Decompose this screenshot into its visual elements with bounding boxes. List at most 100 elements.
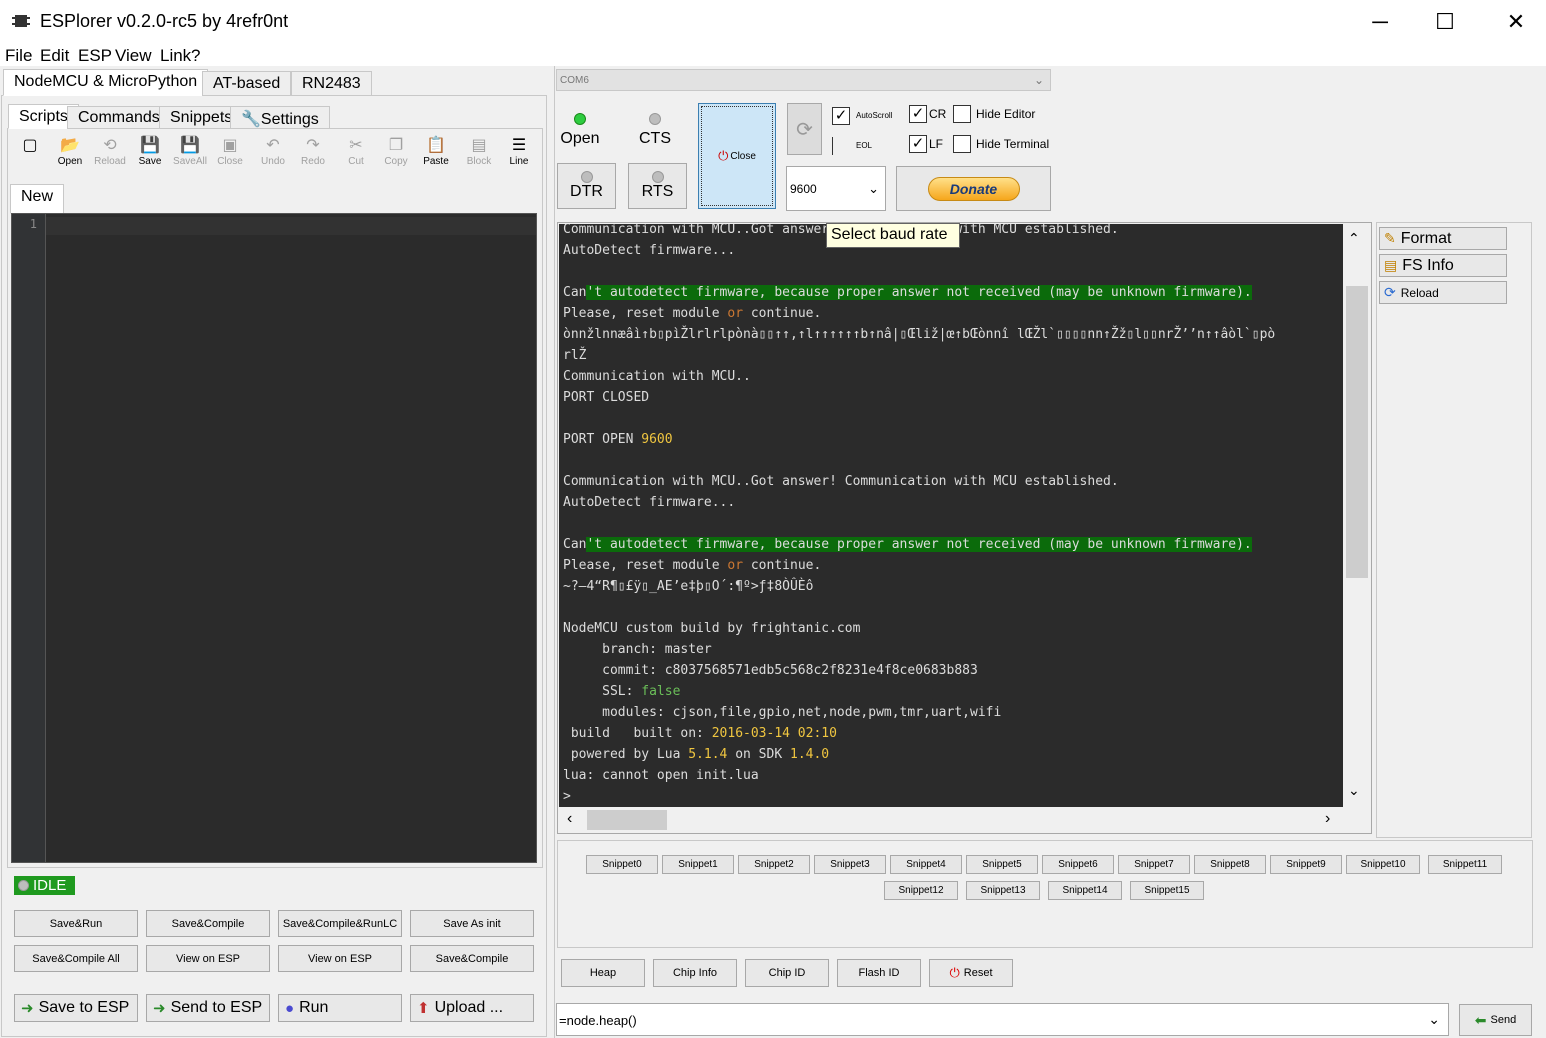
snippet-1-button[interactable]: Snippet1 <box>662 855 734 874</box>
terminal-line: AutoDetect firmware... <box>563 243 736 258</box>
fs-info-button[interactable]: ▤ FS Info <box>1379 254 1507 277</box>
toolbar-reload[interactable]: ⟲ Reload <box>90 136 130 172</box>
terminal-line: ònnžlnnæâì↑b▯pìŽlrlrlpònà▯▯↑↑,↑l↑↑↑↑↑↑b↑… <box>563 327 1276 342</box>
toolbar-redo[interactable]: ↷ Redo <box>293 136 333 172</box>
toolbar-new[interactable]: ▢ <box>10 136 50 172</box>
cts-indicator: CTS <box>635 112 675 157</box>
view-on-esp-button-2[interactable]: View on ESP <box>278 945 402 972</box>
chip-id-button[interactable]: Chip ID <box>745 959 829 987</box>
view-on-esp-button[interactable]: View on ESP <box>146 945 270 972</box>
cr-checkbox[interactable]: ✓ <box>909 105 927 123</box>
close-port-button[interactable]: ⏻ Close <box>698 103 776 209</box>
status-led-icon <box>18 880 29 891</box>
save-compile-button[interactable]: Save&Compile <box>146 910 270 937</box>
dtr-button[interactable]: DTR <box>557 163 616 209</box>
command-input[interactable]: =node.heap() ⌄ <box>556 1003 1449 1036</box>
menu-file[interactable]: File <box>5 46 32 66</box>
snippet-3-button[interactable]: Snippet3 <box>814 855 886 874</box>
scroll-thumb[interactable] <box>1346 286 1368 578</box>
chip-info-button[interactable]: Chip Info <box>653 959 737 987</box>
toolbar-close[interactable]: ▣ Close <box>210 136 250 172</box>
snippet-7-button[interactable]: Snippet7 <box>1118 855 1190 874</box>
hide-editor-checkbox[interactable] <box>953 105 971 123</box>
toolbar-open[interactable]: 📂 Open <box>50 136 90 172</box>
save-compile-button-2[interactable]: Save&Compile <box>410 945 534 972</box>
save-to-esp-button[interactable]: ➜ Save to ESP <box>14 994 138 1022</box>
snippet-2-button[interactable]: Snippet2 <box>738 855 810 874</box>
snippet-4-button[interactable]: Snippet4 <box>890 855 962 874</box>
toolbar-line[interactable]: ☰ Line <box>499 136 539 172</box>
autoscroll-checkbox[interactable]: ✓ <box>832 107 850 125</box>
snippet-8-button[interactable]: Snippet8 <box>1194 855 1266 874</box>
menu-help[interactable]: ? <box>191 46 200 66</box>
scroll-down-icon[interactable]: ⌄ <box>1348 782 1360 799</box>
scroll-up-icon[interactable]: ⌃ <box>1348 230 1360 247</box>
port-select[interactable]: COM6 ⌄ <box>556 69 1051 91</box>
terminal-vscrollbar[interactable]: ⌃ ⌄ <box>1344 224 1370 807</box>
toolbar-copy[interactable]: ❐ Copy <box>376 136 416 172</box>
eol-checkbox[interactable] <box>832 137 833 155</box>
menu-link[interactable]: Link <box>160 46 191 66</box>
snippet-5-button[interactable]: Snippet5 <box>966 855 1038 874</box>
tab-commands[interactable]: Commands <box>67 106 171 129</box>
rts-button[interactable]: RTS <box>628 163 687 209</box>
hide-terminal-checkbox[interactable] <box>953 135 971 153</box>
flash-id-button[interactable]: Flash ID <box>837 959 921 987</box>
open-indicator[interactable]: Open <box>560 112 600 157</box>
toolbar-saveall[interactable]: 💾 SaveAll <box>170 136 210 172</box>
send-to-esp-button[interactable]: ➜ Send to ESP <box>146 994 270 1022</box>
refresh-ports-button[interactable]: ⟳ <box>787 103 822 155</box>
snippet-11-button[interactable]: Snippet11 <box>1428 855 1502 874</box>
snippet-13-button[interactable]: Snippet13 <box>966 881 1040 900</box>
toolbar-block[interactable]: ▤ Block <box>459 136 499 172</box>
toolbar-undo[interactable]: ↶ Undo <box>253 136 293 172</box>
terminal-hscrollbar[interactable]: ‹ › <box>559 808 1343 832</box>
toolbar-save[interactable]: 💾 Save <box>130 136 170 172</box>
lf-checkbox[interactable]: ✓ <box>909 135 927 153</box>
save-compile-runlc-button[interactable]: Save&Compile&RunLC <box>278 910 402 937</box>
terminal-line: Can't autodetect firmware, because prope… <box>563 285 1252 300</box>
file-tab-new[interactable]: New <box>10 184 65 214</box>
save-run-button[interactable]: Save&Run <box>14 910 138 937</box>
snippet-6-button[interactable]: Snippet6 <box>1042 855 1114 874</box>
format-button[interactable]: ✎ Format <box>1379 227 1507 250</box>
maximize-button[interactable]: ☐ <box>1410 0 1480 44</box>
menu-edit[interactable]: Edit <box>40 46 69 66</box>
tab-settings[interactable]: 🔧Settings <box>230 106 330 129</box>
snippet-14-button[interactable]: Snippet14 <box>1048 881 1122 900</box>
save-compile-all-button[interactable]: Save&Compile All <box>14 945 138 972</box>
code-editor[interactable]: 1 <box>11 213 537 863</box>
save-as-init-button[interactable]: Save As init <box>410 910 534 937</box>
tab-at-based[interactable]: AT-based <box>202 71 292 96</box>
baud-select[interactable]: 9600 ⌄ <box>786 166 886 211</box>
snippet-12-button[interactable]: Snippet12 <box>884 881 958 900</box>
tab-rn2483[interactable]: RN2483 <box>291 71 372 96</box>
terminal-output[interactable]: Communication with MCU..Got answer! Comm… <box>559 224 1343 807</box>
reset-button[interactable]: ⏻ Reset <box>929 959 1013 987</box>
toolbar-paste[interactable]: 📋 Paste <box>416 136 456 172</box>
terminal-line: rlŽ <box>563 348 587 363</box>
upload-button[interactable]: ⬆ Upload ... <box>410 994 534 1022</box>
scroll-right-icon[interactable]: › <box>1325 810 1330 828</box>
rts-led-icon <box>651 171 664 183</box>
scroll-left-icon[interactable]: ‹ <box>567 810 572 828</box>
undo-icon: ↶ <box>266 137 280 154</box>
snippet-9-button[interactable]: Snippet9 <box>1270 855 1342 874</box>
toolbar-cut[interactable]: ✂ Cut <box>336 136 376 172</box>
snippet-10-button[interactable]: Snippet10 <box>1346 855 1420 874</box>
tab-nodemcu[interactable]: NodeMCU & MicroPython <box>3 69 209 96</box>
reload-fs-button[interactable]: ⟳ Reload <box>1379 281 1507 304</box>
snippet-15-button[interactable]: Snippet15 <box>1130 881 1204 900</box>
run-button[interactable]: ● Run <box>278 994 402 1022</box>
send-button[interactable]: ⬅ Send <box>1459 1004 1532 1036</box>
donate-button[interactable]: Donate <box>896 166 1051 211</box>
minimize-button[interactable]: ─ <box>1345 0 1415 44</box>
menu-esp[interactable]: ESP <box>78 46 112 66</box>
close-window-button[interactable]: ✕ <box>1481 0 1546 44</box>
cut-icon: ✂ <box>349 137 363 154</box>
wrench-icon: 🔧 <box>241 111 261 128</box>
heap-button[interactable]: Heap <box>561 959 645 987</box>
menu-view[interactable]: View <box>115 46 152 66</box>
snippet-0-button[interactable]: Snippet0 <box>586 855 658 874</box>
hscroll-thumb[interactable] <box>587 810 667 830</box>
